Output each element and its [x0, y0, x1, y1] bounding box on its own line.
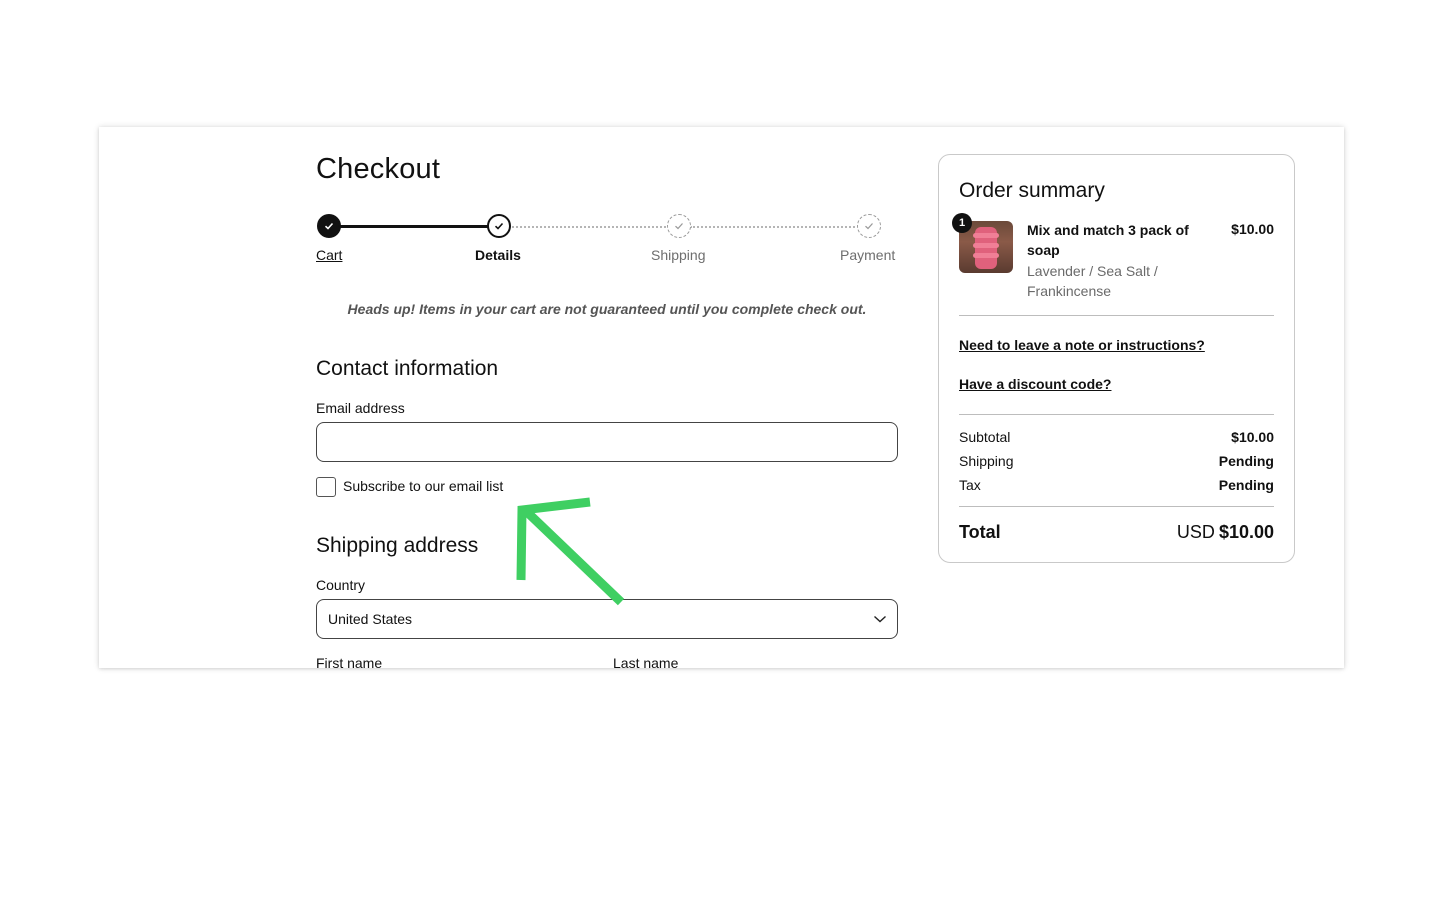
step-cart-check-icon [317, 214, 341, 238]
soap-band [973, 253, 999, 258]
order-summary-title: Order summary [959, 179, 1105, 202]
total-currency: USD [1176, 522, 1215, 542]
step-shipping-check-icon [667, 214, 691, 238]
subtotal-label: Subtotal [959, 429, 1011, 445]
progress-line-complete [330, 225, 500, 228]
total-value: USD $10.00 [1177, 522, 1274, 543]
contact-heading: Contact information [316, 357, 499, 380]
order-summary: Order summary 1 Mix and match 3 pack of … [938, 154, 1295, 563]
total-amount: $10.00 [1218, 522, 1274, 542]
subtotal-value: $10.00 [1231, 429, 1274, 445]
progress-line-pending [690, 226, 870, 228]
subscribe-label[interactable]: Subscribe to our email list [343, 478, 503, 494]
quantity-badge: 1 [952, 213, 972, 233]
shipping-cost-value: Pending [1218, 453, 1274, 469]
page-title: Checkout [316, 153, 441, 185]
tax-label: Tax [959, 477, 981, 493]
total-label: Total [959, 522, 1001, 542]
country-select[interactable]: United States [316, 599, 898, 639]
divider [959, 506, 1274, 507]
product-price: $10.00 [1231, 221, 1274, 237]
divider [959, 414, 1274, 415]
product-name: Mix and match 3 pack of soap [1027, 222, 1189, 258]
product-variant: Lavender / Sea Salt / Frankincense [1027, 263, 1158, 299]
step-cart-link[interactable]: Cart [316, 247, 342, 263]
step-details-label: Details [475, 247, 521, 263]
divider [959, 315, 1274, 316]
soap-band [973, 233, 999, 238]
tax-value: Pending [1218, 477, 1274, 493]
note-link[interactable]: Need to leave a note or instructions? [959, 337, 1205, 353]
step-shipping-label: Shipping [651, 247, 706, 263]
email-label: Email address [316, 400, 405, 416]
cart-notice: Heads up! Items in your cart are not gua… [347, 301, 867, 317]
shipping-heading: Shipping address [316, 534, 479, 557]
step-payment-check-icon [857, 214, 881, 238]
subscribe-checkbox[interactable] [316, 477, 336, 497]
discount-link[interactable]: Have a discount code? [959, 376, 1111, 392]
last-name-label: Last name [613, 655, 679, 668]
country-value: United States [328, 611, 413, 627]
country-label: Country [316, 577, 366, 593]
step-details-check-icon [487, 214, 511, 238]
shipping-cost-label: Shipping [959, 453, 1014, 469]
chevron-down-icon [874, 615, 886, 623]
checkout-progress: Cart Details Shipping Payment [316, 213, 898, 273]
checkout-page: Checkout Cart Details Shipping Payment H… [99, 127, 1344, 668]
first-name-label: First name [316, 655, 383, 668]
email-input[interactable] [316, 422, 898, 462]
progress-line-pending [512, 226, 678, 228]
step-payment-label: Payment [840, 247, 896, 263]
soap-band [973, 243, 999, 248]
